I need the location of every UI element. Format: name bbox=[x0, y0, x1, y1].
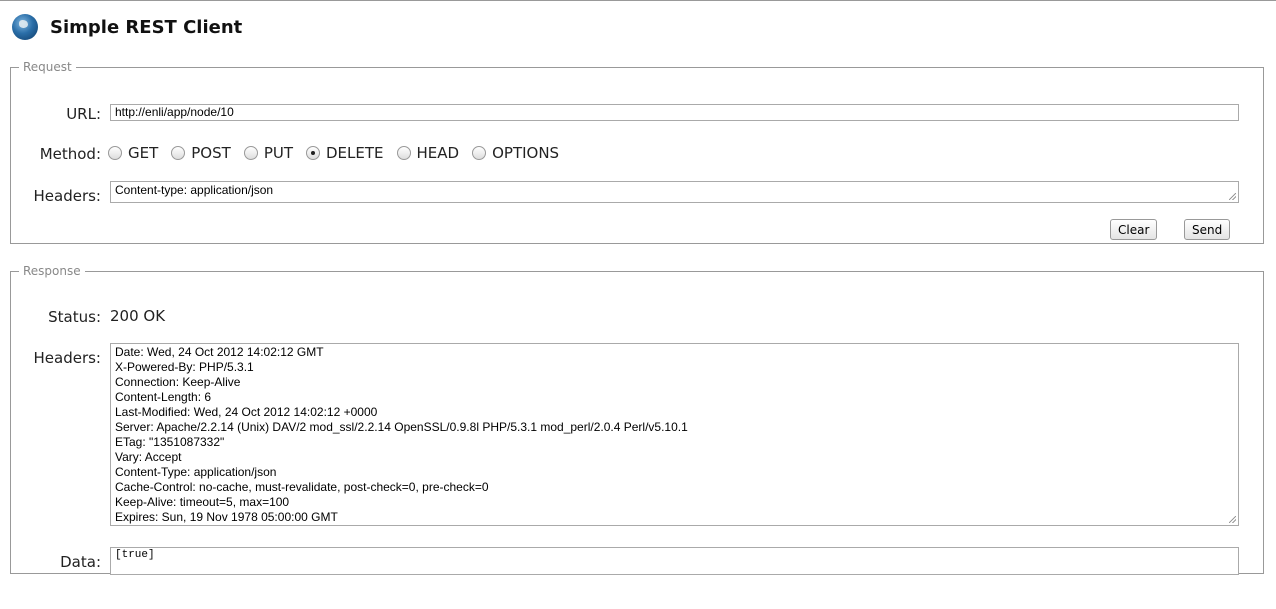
method-radio-get[interactable]: GET bbox=[108, 144, 158, 162]
response-header-line: Cache-Control: no-cache, must-revalidate… bbox=[115, 480, 489, 494]
response-header-line: Date: Wed, 24 Oct 2012 14:02:12 GMT bbox=[115, 345, 324, 359]
method-radio-label: POST bbox=[191, 144, 231, 162]
radio-button-icon[interactable] bbox=[472, 146, 487, 160]
response-header-line: Keep-Alive: timeout=5, max=100 bbox=[115, 495, 290, 509]
method-radio-put[interactable]: PUT bbox=[243, 144, 293, 162]
method-radio-label: HEAD bbox=[416, 144, 460, 162]
data-textarea[interactable]: [true] bbox=[110, 547, 1239, 575]
resize-grip-icon[interactable] bbox=[1229, 193, 1236, 200]
response-header-line: Server: Apache/2.2.14 (Unix) DAV/2 mod_s… bbox=[115, 420, 688, 434]
url-input[interactable]: http://enli/app/node/10 bbox=[110, 104, 1239, 121]
method-radio-head[interactable]: HEAD bbox=[396, 144, 460, 162]
response-header-line: Vary: Accept bbox=[115, 450, 182, 464]
request-legend: Request bbox=[23, 60, 72, 74]
response-header-line: Content-Type: application/json bbox=[115, 465, 277, 479]
app-title: Simple REST Client bbox=[50, 17, 243, 38]
status-value: 200 OK bbox=[110, 307, 166, 325]
method-radio-delete[interactable]: DELETE bbox=[306, 144, 384, 162]
response-header-line: Content-Length: 6 bbox=[115, 390, 212, 404]
response-header-line: Connection: Keep-Alive bbox=[115, 375, 241, 389]
method-label: Method: bbox=[39, 145, 101, 163]
response-header-line: X-Powered-By: PHP/5.3.1 bbox=[115, 360, 254, 374]
status-label: Status: bbox=[48, 308, 101, 326]
response-headers-textarea[interactable]: Date: Wed, 24 Oct 2012 14:02:12 GMT X-Pow… bbox=[110, 343, 1239, 526]
method-radio-label: GET bbox=[128, 144, 159, 162]
response-header-line: Expires: Sun, 19 Nov 1978 05:00:00 GMT bbox=[115, 510, 338, 524]
globe-icon bbox=[12, 14, 38, 40]
request-headers-textarea[interactable]: Content-type: application/json bbox=[110, 181, 1239, 203]
response-fieldset: Response Status: 200 OK Headers: Date: W… bbox=[10, 264, 1264, 575]
radio-button-icon[interactable] bbox=[108, 146, 122, 160]
radio-button-icon[interactable] bbox=[171, 146, 186, 160]
radio-button-icon[interactable] bbox=[306, 146, 320, 160]
response-headers-label: Headers: bbox=[33, 349, 102, 367]
send-button[interactable]: Send bbox=[1184, 219, 1231, 240]
request-fieldset: Request URL: http://enli/app/node/10 Met… bbox=[10, 60, 1264, 244]
response-legend: Response bbox=[23, 264, 81, 278]
response-header-line: ETag: "1351087332" bbox=[115, 435, 225, 449]
method-radio-post[interactable]: POST bbox=[171, 144, 231, 162]
radio-button-icon[interactable] bbox=[396, 146, 411, 160]
method-radio-label: DELETE bbox=[326, 144, 384, 162]
request-headers-label: Headers: bbox=[33, 187, 102, 205]
radio-button-icon[interactable] bbox=[243, 146, 258, 160]
method-radio-label: PUT bbox=[263, 144, 293, 162]
resize-grip-icon[interactable] bbox=[1229, 516, 1236, 523]
method-radio-group: GET POST PUT DELETE HEAD OPTIONS bbox=[108, 144, 572, 162]
request-headers-value: Content-type: application/json bbox=[115, 183, 274, 197]
method-radio-label: OPTIONS bbox=[492, 144, 560, 162]
url-label: URL: bbox=[66, 105, 101, 123]
top-border bbox=[0, 0, 1276, 1]
response-header-line: Last-Modified: Wed, 24 Oct 2012 14:02:12… bbox=[115, 405, 378, 419]
data-label: Data: bbox=[60, 553, 101, 571]
data-value: [true] bbox=[115, 549, 155, 561]
method-radio-options[interactable]: OPTIONS bbox=[472, 144, 559, 162]
clear-button[interactable]: Clear bbox=[1110, 219, 1158, 240]
